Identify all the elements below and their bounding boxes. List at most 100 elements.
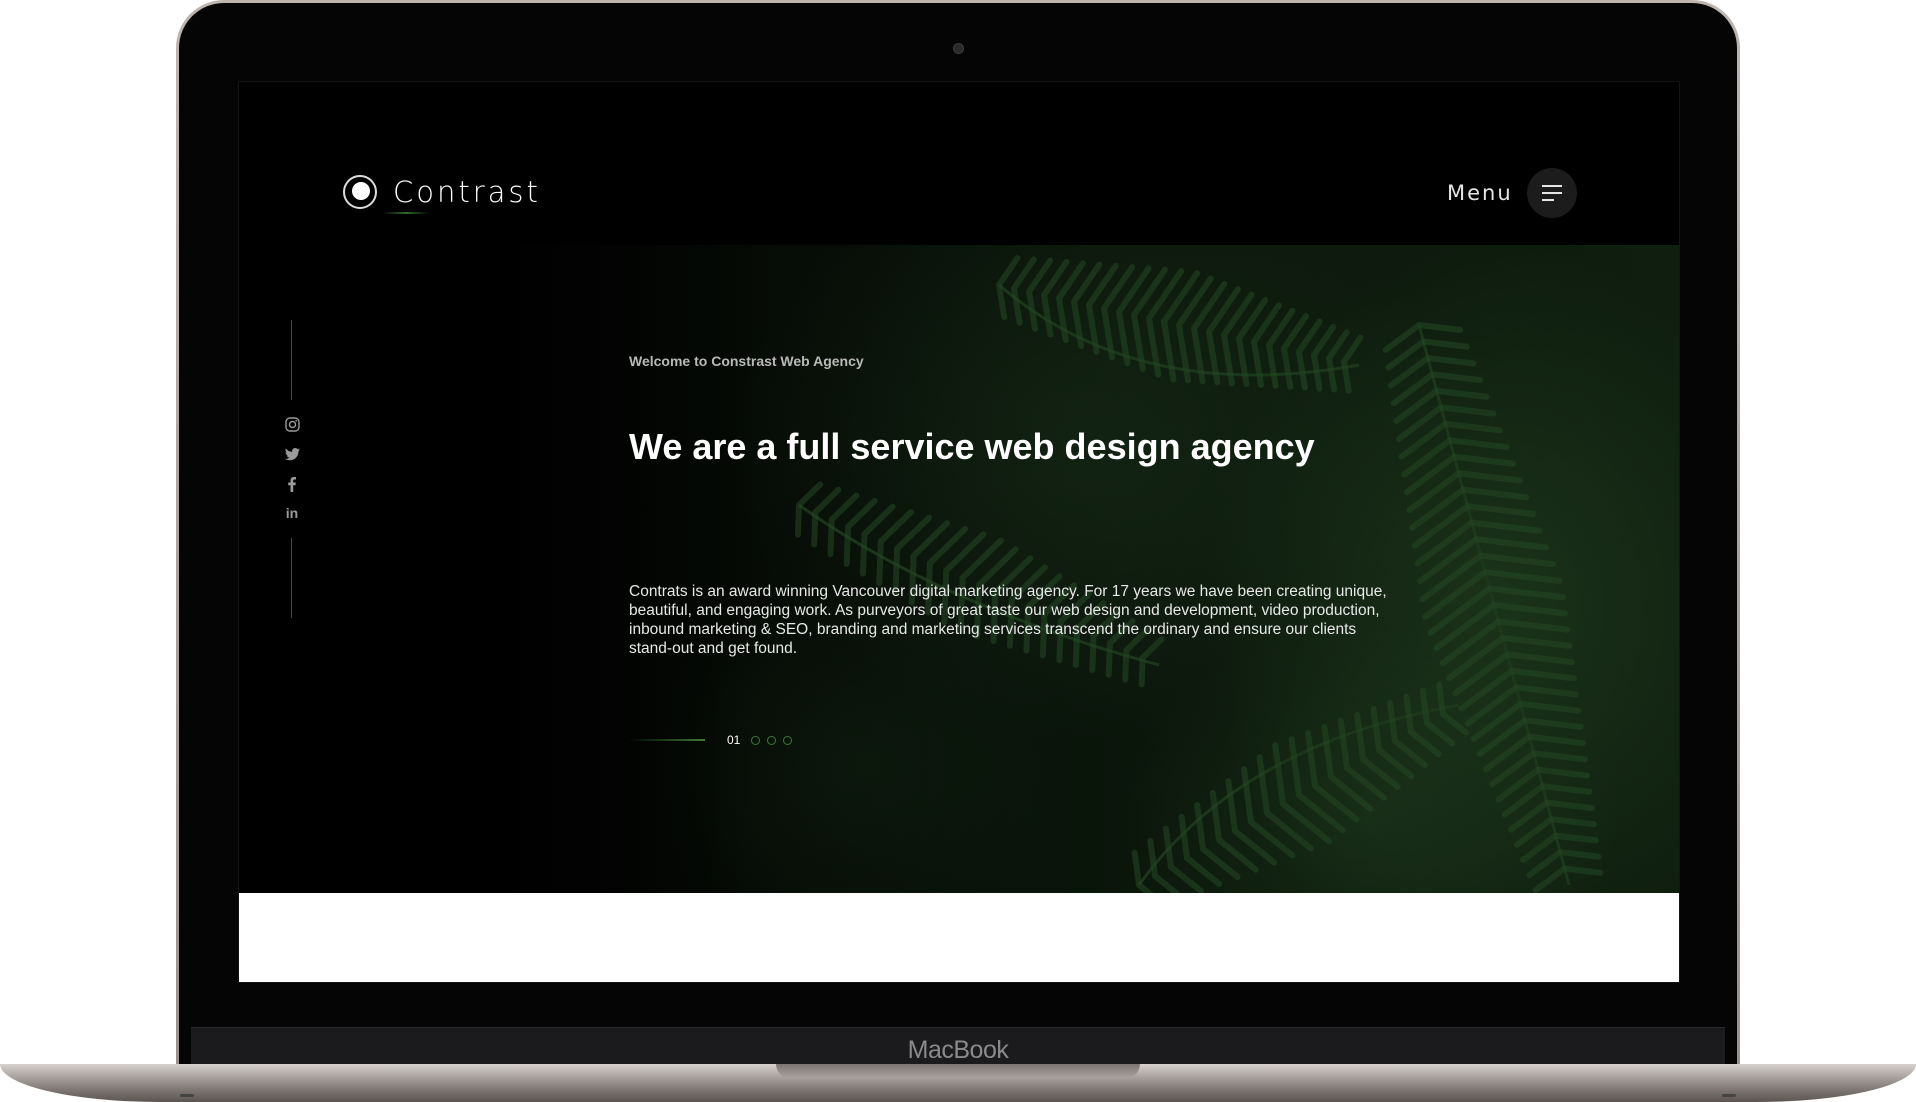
fern-leaflet xyxy=(1326,355,1338,393)
fern-leaflet xyxy=(1136,882,1154,893)
fern-leaflet xyxy=(1311,323,1337,358)
fern-leaflet xyxy=(1433,602,1497,651)
fern-leaflet xyxy=(1146,268,1185,322)
fern-leaflet xyxy=(1439,618,1502,667)
fern-leaflet xyxy=(1341,334,1364,365)
fern-leaflet xyxy=(1438,404,1497,417)
fern-leaflet xyxy=(1266,342,1279,389)
fern-leaflet xyxy=(1392,738,1428,769)
fern-leaflet xyxy=(1495,618,1571,633)
fern-leaflet xyxy=(1477,552,1556,568)
fern-leaflet xyxy=(1513,684,1580,698)
fern-leaflet xyxy=(1296,348,1308,391)
fern-leaflet xyxy=(1420,338,1470,350)
fern-leaflet xyxy=(1464,684,1520,727)
fern-leaflet xyxy=(1240,766,1254,825)
fern-leaflet xyxy=(1452,651,1511,697)
fern-leaflet xyxy=(1414,519,1475,567)
fern-leaflet xyxy=(1499,634,1573,649)
fern-leaflet xyxy=(1419,552,1484,603)
base-notch xyxy=(776,1064,1140,1078)
fern-leaflet xyxy=(1386,699,1398,744)
fern-leaflet xyxy=(1041,292,1054,338)
device-brand-label: MacBook xyxy=(907,1036,1009,1064)
fern-leaflet xyxy=(1354,711,1366,762)
facebook-icon[interactable] xyxy=(282,474,302,494)
fern-leaflet xyxy=(1146,315,1162,378)
fern-leaflet xyxy=(1206,328,1221,386)
twitter-icon[interactable] xyxy=(282,444,302,464)
fern-leaflet xyxy=(1427,585,1493,636)
fern-leaflet xyxy=(1464,503,1536,517)
fern-leaflet xyxy=(1424,354,1477,367)
slider-current-number: 01 xyxy=(727,733,741,747)
fern-leaflet xyxy=(1543,799,1595,811)
fern-leaflet xyxy=(1168,864,1204,893)
fern-leaflet xyxy=(1416,322,1464,333)
fern-leaflet xyxy=(1422,569,1489,620)
fern-leaflet xyxy=(1486,585,1566,601)
fern-leaflet xyxy=(1401,437,1453,478)
fern-leaflet xyxy=(1403,453,1458,496)
fern-leaflet xyxy=(828,492,860,523)
fern-leaflet xyxy=(1409,486,1467,531)
fern-leaflet xyxy=(1491,602,1569,617)
fern-leaflet xyxy=(1458,667,1515,712)
slider-dot[interactable] xyxy=(767,735,777,745)
fern-leaflet xyxy=(1161,270,1201,325)
fern-leaflet xyxy=(1455,470,1523,484)
fern-leaflet xyxy=(1451,453,1517,467)
site-logo[interactable]: Contrast xyxy=(343,175,541,209)
fern-leaflet xyxy=(1209,790,1222,843)
hamburger-icon[interactable] xyxy=(1526,168,1577,218)
fern-leaflet xyxy=(1561,865,1604,876)
fern-leaflet xyxy=(1225,778,1238,834)
menu-label: Menu xyxy=(1447,181,1513,205)
fern-leaflet xyxy=(1321,724,1334,780)
fern-leaflet xyxy=(1178,813,1190,861)
fern-leaflet xyxy=(843,523,852,567)
laptop-base xyxy=(0,1064,1916,1102)
fern-leaflet xyxy=(1411,503,1471,549)
fern-leaflet xyxy=(1446,437,1510,451)
instagram-icon[interactable] xyxy=(282,414,302,434)
fern-leaflet xyxy=(1280,801,1333,845)
fern-leaflet xyxy=(1256,754,1270,816)
fern-leaflet xyxy=(1337,718,1350,771)
camera xyxy=(953,43,964,54)
fern-leaflet xyxy=(1429,371,1484,384)
fern-leaflet xyxy=(1131,849,1142,888)
fern-leaflet xyxy=(1424,720,1456,747)
fern-leaflet xyxy=(1504,651,1575,666)
hero-eyebrow: Welcome to Constrast Web Agency xyxy=(629,353,864,369)
fern-leaflet xyxy=(812,486,842,516)
next-section-white xyxy=(239,893,1679,982)
fern-leaflet xyxy=(1370,705,1382,753)
base-foot xyxy=(1722,1094,1736,1097)
slider-dot[interactable] xyxy=(783,735,793,745)
fern-leaflet xyxy=(1535,766,1591,779)
logo-underline xyxy=(382,212,430,214)
fern-leaflet xyxy=(1539,783,1593,795)
fern-leaflet xyxy=(1326,329,1350,362)
linkedin-icon[interactable]: in xyxy=(282,503,302,523)
fern-leaflet xyxy=(1473,536,1550,551)
fern-leaflet xyxy=(1433,387,1490,400)
fern-leaflet xyxy=(1304,730,1318,789)
menu-toggle[interactable]: Menu xyxy=(1447,168,1577,218)
fern-leaflet xyxy=(1026,288,1039,332)
fern-leaflet xyxy=(1152,873,1181,893)
base-foot xyxy=(180,1094,194,1097)
fern-leaflet xyxy=(859,531,868,577)
fern-leaflet xyxy=(1419,687,1430,726)
fern-leaflet xyxy=(1446,634,1506,682)
fern-leaflet xyxy=(1526,733,1586,747)
hero-background xyxy=(239,245,1679,893)
fern-leaflet xyxy=(1548,816,1597,828)
fern-leaflet xyxy=(1557,849,1602,860)
fern-leaflet xyxy=(827,516,835,558)
fern-leaflet xyxy=(1131,266,1168,318)
fern-leaflet xyxy=(1440,711,1470,736)
slider-dot[interactable] xyxy=(751,735,761,745)
fern-leaflet xyxy=(1138,654,1146,688)
